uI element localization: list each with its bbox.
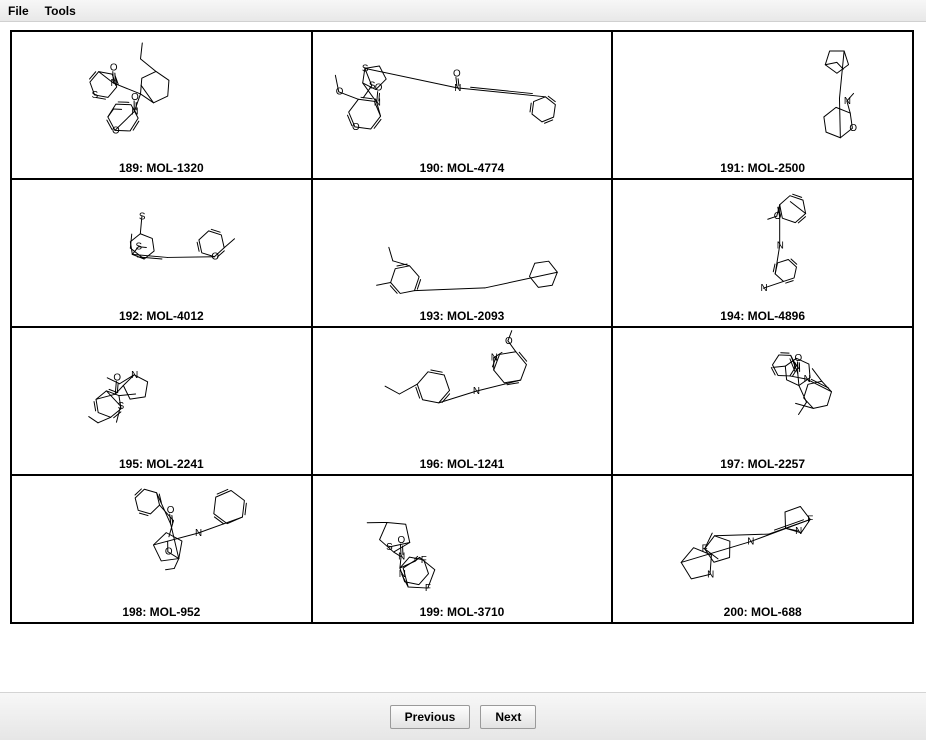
svg-text:O: O <box>335 87 343 98</box>
previous-button[interactable]: Previous <box>390 705 471 729</box>
molecule-cell[interactable]: 193: MOL-2093 <box>312 179 613 327</box>
molecule-cell[interactable]: OSONON189: MOL-1320 <box>11 31 312 179</box>
svg-text:O: O <box>505 336 513 347</box>
svg-text:N: N <box>131 370 138 381</box>
svg-text:O: O <box>112 125 120 136</box>
molecule-caption: 191: MOL-2500 <box>720 161 805 175</box>
svg-text:O: O <box>113 372 121 383</box>
svg-text:N: N <box>454 83 461 94</box>
molecule-caption: 199: MOL-3710 <box>420 605 505 619</box>
svg-text:S: S <box>118 401 125 412</box>
molecule-cell[interactable]: NFFNN200: MOL-688 <box>612 475 913 623</box>
svg-text:F: F <box>420 555 426 566</box>
molecule-grid: OSONON189: MOL-1320SOONONOS190: MOL-4774… <box>10 30 914 624</box>
molecule-cell[interactable]: N O O 198: MOL-952 <box>11 475 312 623</box>
svg-text:O: O <box>110 63 118 74</box>
svg-text:O: O <box>374 83 382 94</box>
svg-text:N: N <box>707 569 714 580</box>
svg-text:N: N <box>796 526 803 537</box>
svg-text:O: O <box>165 547 173 558</box>
molecule-cell[interactable]: NNO197: MOL-2257 <box>612 327 913 475</box>
next-button[interactable]: Next <box>480 705 536 729</box>
molecule-caption: 198: MOL-952 <box>122 605 200 619</box>
molecule-cell[interactable]: SOONONOS190: MOL-4774 <box>312 31 613 179</box>
svg-text:N: N <box>804 374 811 385</box>
svg-text:N: N <box>398 569 405 580</box>
svg-text:S: S <box>362 63 369 74</box>
molecule-caption: 192: MOL-4012 <box>119 309 204 323</box>
menubar: File Tools <box>0 0 926 22</box>
svg-text:N: N <box>398 552 405 563</box>
svg-text:S: S <box>92 90 99 101</box>
content-area: OSONON189: MOL-1320SOONONOS190: MOL-4774… <box>0 22 926 624</box>
svg-text:O: O <box>167 505 175 516</box>
svg-text:S: S <box>139 211 146 222</box>
menu-tools[interactable]: Tools <box>45 4 76 18</box>
svg-text:F: F <box>808 514 814 525</box>
svg-text:O: O <box>397 535 405 546</box>
svg-text:N: N <box>748 537 755 548</box>
svg-text:S: S <box>368 81 375 92</box>
molecule-caption: 189: MOL-1320 <box>119 161 204 175</box>
svg-text:S: S <box>135 242 142 253</box>
footer-bar: Previous Next <box>0 692 926 740</box>
molecule-cell[interactable]: NO S 195: MOL-2241 <box>11 327 312 475</box>
molecule-caption: 194: MOL-4896 <box>720 309 805 323</box>
svg-text:N: N <box>373 97 380 108</box>
svg-text:N: N <box>777 241 784 252</box>
svg-text:N: N <box>761 283 768 294</box>
svg-text:S: S <box>386 542 393 553</box>
molecule-caption: 195: MOL-2241 <box>119 457 204 471</box>
svg-text:N: N <box>473 386 480 397</box>
svg-text:O: O <box>352 122 360 133</box>
molecule-caption: 200: MOL-688 <box>724 605 802 619</box>
menu-file[interactable]: File <box>8 4 29 18</box>
molecule-cell[interactable]: N O N 194: MOL-4896 <box>612 179 913 327</box>
svg-text:O: O <box>774 211 782 222</box>
svg-text:O: O <box>131 92 139 103</box>
molecule-cell[interactable]: NON196: MOL-1241 <box>312 327 613 475</box>
svg-text:N: N <box>490 353 497 364</box>
svg-text:N: N <box>195 528 202 539</box>
molecule-cell[interactable]: O S S 192: MOL-4012 <box>11 179 312 327</box>
molecule-caption: 197: MOL-2257 <box>720 457 805 471</box>
svg-text:N: N <box>111 78 118 89</box>
svg-text:N: N <box>844 96 851 107</box>
svg-text:O: O <box>850 123 858 134</box>
svg-text:O: O <box>453 68 461 79</box>
svg-text:O: O <box>795 353 803 364</box>
svg-text:F: F <box>702 544 708 555</box>
svg-text:O: O <box>211 252 219 263</box>
molecule-caption: 190: MOL-4774 <box>420 161 505 175</box>
molecule-caption: 196: MOL-1241 <box>420 457 505 471</box>
svg-text:N: N <box>131 106 138 117</box>
svg-text:F: F <box>425 583 431 594</box>
molecule-caption: 193: MOL-2093 <box>420 309 505 323</box>
molecule-cell[interactable]: FFONNS199: MOL-3710 <box>312 475 613 623</box>
molecule-cell[interactable]: O N 191: MOL-2500 <box>612 31 913 179</box>
